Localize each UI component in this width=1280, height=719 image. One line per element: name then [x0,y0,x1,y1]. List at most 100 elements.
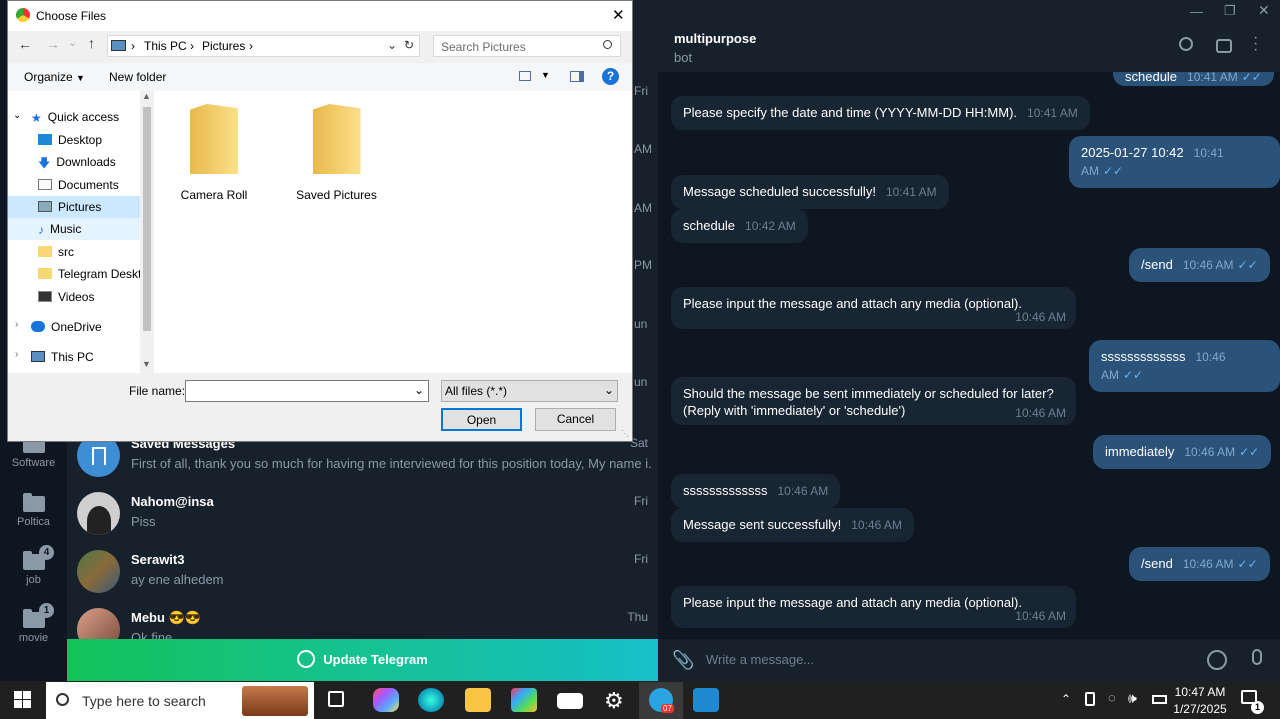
chat-preview: Piss [131,514,156,529]
dropdown-arrow-icon[interactable]: ▼ [541,70,550,80]
chat-item[interactable]: Mebu 😎😎 Ok fine Thu [67,604,658,639]
folder-saved-pictures[interactable]: Saved Pictures [289,104,384,202]
scrollbar-thumb[interactable] [143,107,151,331]
breadcrumb-this-pc[interactable]: This PC [144,39,187,53]
open-button[interactable]: Open [441,408,522,431]
nav-src[interactable]: src [38,241,74,263]
folder-movie[interactable]: 1 movie [0,603,67,644]
chat-subtitle: bot [674,50,693,65]
chevron-down-icon[interactable]: ⌄ [387,38,397,52]
message-out: /send 10:46 AM ✓✓ [1129,248,1270,282]
copilot-icon[interactable] [373,688,399,712]
chevron-down-icon[interactable]: ⌄ [68,36,77,49]
scroll-up-icon[interactable]: ▲ [142,91,151,101]
search-pictures-input[interactable]: Search Pictures [433,35,621,57]
wifi-icon[interactable]: ◌ [1108,690,1116,705]
message-time: 10:46 AM [1015,609,1066,623]
chevron-down-icon[interactable]: ⌄ [13,110,21,121]
message-time: 10:41 AM [1027,106,1078,120]
start-icon[interactable] [14,691,31,708]
more-icon[interactable]: · · · [1253,30,1258,58]
chat-date-partial: AM [634,142,652,156]
scroll-down-icon[interactable]: ▼ [142,359,151,369]
nav-pictures[interactable]: Pictures [38,196,101,218]
telegram-badge: 07 [661,704,674,713]
sidebar-toggle-icon[interactable] [1216,39,1232,53]
message-in: Please input the message and attach any … [671,287,1076,329]
taskbar-search-placeholder: Type here to search [82,693,206,709]
chat-item[interactable]: Serawit3 ay ene alhedem Fri [67,546,658,604]
edge-icon[interactable] [418,688,444,712]
nav-onedrive[interactable]: OneDrive [31,316,102,338]
chevron-right-icon[interactable]: › [15,319,18,330]
attach-icon[interactable]: 📎 [672,650,694,671]
settings-gear-icon[interactable]: ⚙ [604,688,624,714]
close-icon[interactable]: ✕ [612,6,625,24]
chat-item[interactable]: Nahom@insa Piss Fri [67,488,658,546]
restore-icon[interactable]: ❐ [1224,3,1236,19]
mail-icon[interactable] [557,693,583,709]
nav-telegram-desktop[interactable]: Telegram Deskto [38,263,140,285]
volume-icon[interactable]: 🕪 [1128,690,1137,707]
nav-desktop[interactable]: Desktop [38,129,102,151]
chevron-down-icon[interactable]: ⌄ [414,383,424,397]
battery-icon[interactable] [1152,695,1167,704]
minimize-icon[interactable]: — [1190,4,1203,19]
folder-camera-roll[interactable]: Camera Roll [174,104,254,202]
nav-this-pc[interactable]: This PC [31,346,94,368]
chat-date: Fri [634,552,648,566]
forward-arrow-icon[interactable]: → [46,36,60,52]
organize-label: Organize [24,70,73,84]
up-arrow-icon[interactable]: ↑ [88,35,95,51]
microphone-icon[interactable] [1252,649,1262,665]
nav-scrollbar[interactable]: ▲ ▼ [140,91,154,373]
emoji-icon[interactable] [1207,650,1227,670]
preview-pane-icon[interactable] [570,71,584,82]
search-icon[interactable] [1179,37,1193,51]
chat-title[interactable]: multipurpose [674,31,756,46]
nav-downloads[interactable]: 🡇 Downloads [38,151,116,173]
message-input[interactable]: Write a message... [706,652,1106,667]
store-icon[interactable] [511,688,537,712]
read-check-icon: ✓✓ [1123,368,1144,382]
file-dialog: Choose Files ✕ ← → ⌄ ↑ › This PC › Pictu… [7,0,633,442]
folder-poltica[interactable]: Poltica [0,493,67,528]
chat-date-partial: Fri [634,84,648,98]
refresh-icon[interactable]: ↻ [404,38,414,52]
cancel-button[interactable]: Cancel [535,408,616,431]
update-telegram-button[interactable]: Update Telegram [67,639,658,681]
help-icon[interactable]: ? [602,68,619,85]
file-name-input[interactable]: ⌄ [185,380,429,402]
new-folder-button[interactable]: New folder [109,70,166,84]
vscode-icon[interactable] [693,688,719,712]
task-view-icon[interactable] [328,691,344,707]
organize-button[interactable]: Organize ▼ [24,70,85,84]
folder-job[interactable]: 4 job [0,545,67,586]
close-icon[interactable]: ✕ [1258,2,1270,19]
address-bar[interactable]: › This PC › Pictures › ⌄ ↻ [107,35,420,57]
this-pc-icon [111,40,126,51]
device-icon[interactable] [1085,692,1095,706]
nav-label: Telegram Deskto [58,267,140,281]
file-type-select[interactable]: All files (*.*) ⌄ [441,380,618,402]
unread-badge: 4 [39,545,54,560]
telegram-taskbar-button[interactable]: 07 [639,682,683,719]
nav-documents[interactable]: Documents [38,174,119,196]
resize-grip-icon[interactable]: ⋱ [621,429,629,438]
message-text: schedule [683,218,736,233]
breadcrumb-pictures[interactable]: Pictures [202,39,245,53]
nav-music[interactable]: ♪ Music [38,218,81,240]
message-out: /send 10:46 AM ✓✓ [1129,547,1270,581]
nav-label: Desktop [58,133,103,147]
breadcrumb-separator: › [249,39,253,53]
chevron-right-icon[interactable]: › [15,349,18,360]
nav-videos[interactable]: Videos [38,286,94,308]
file-explorer-icon[interactable] [465,688,491,712]
view-options-icon[interactable] [519,71,531,81]
clock[interactable]: 10:47 AM 1/27/2025 [1173,685,1227,716]
back-arrow-icon[interactable]: ← [18,36,32,52]
chevron-up-icon[interactable]: ⌃ [1061,692,1071,706]
nav-quick-access[interactable]: ★ Quick access [31,106,119,128]
document-icon [38,179,52,190]
taskbar-search-box[interactable]: Type here to search [46,682,314,719]
